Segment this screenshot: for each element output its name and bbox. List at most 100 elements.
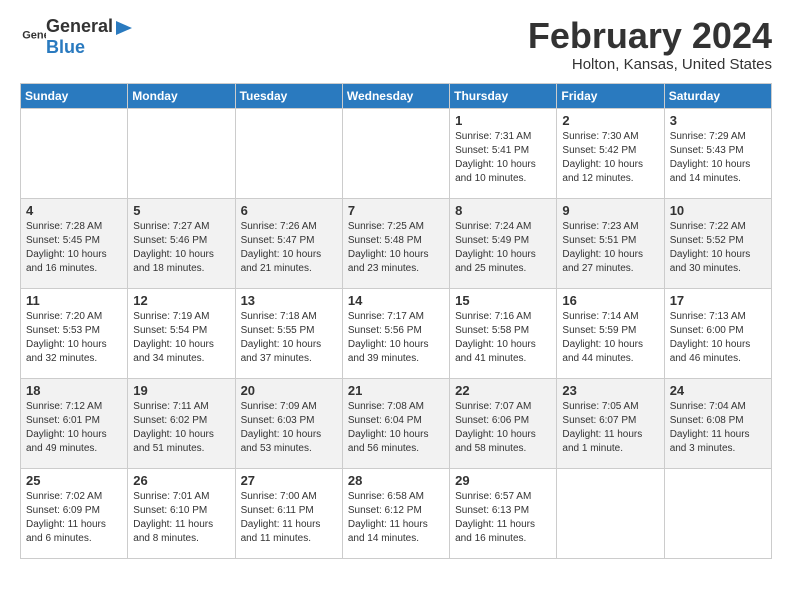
calendar-cell: 23 Sunrise: 7:05 AM Sunset: 6:07 PM Dayli… <box>557 378 664 468</box>
calendar-header-row: SundayMondayTuesdayWednesdayThursdayFrid… <box>21 83 772 108</box>
weekday-header-monday: Monday <box>128 83 235 108</box>
day-number: 3 <box>670 113 766 128</box>
calendar-cell: 26 Sunrise: 7:01 AM Sunset: 6:10 PM Dayli… <box>128 468 235 558</box>
title-area: February 2024 Holton, Kansas, United Sta… <box>528 16 772 73</box>
day-info: Sunrise: 7:07 AM Sunset: 6:06 PM Dayligh… <box>455 400 551 456</box>
logo-arrow-icon <box>114 19 134 37</box>
calendar-cell: 19 Sunrise: 7:11 AM Sunset: 6:02 PM Dayli… <box>128 378 235 468</box>
calendar-cell: 9 Sunrise: 7:23 AM Sunset: 5:51 PM Daylig… <box>557 198 664 288</box>
day-number: 2 <box>562 113 658 128</box>
day-number: 23 <box>562 383 658 398</box>
day-info: Sunrise: 7:25 AM Sunset: 5:48 PM Dayligh… <box>348 220 444 276</box>
day-info: Sunrise: 7:26 AM Sunset: 5:47 PM Dayligh… <box>241 220 337 276</box>
calendar-week-4: 18 Sunrise: 7:12 AM Sunset: 6:01 PM Dayli… <box>21 378 772 468</box>
calendar-cell <box>128 108 235 198</box>
day-number: 15 <box>455 293 551 308</box>
day-info: Sunrise: 7:11 AM Sunset: 6:02 PM Dayligh… <box>133 400 229 456</box>
calendar-week-2: 4Sunrise: 7:28 AM Sunset: 5:45 PM Daylig… <box>21 198 772 288</box>
calendar-cell: 7 Sunrise: 7:25 AM Sunset: 5:48 PM Daylig… <box>342 198 449 288</box>
calendar-cell: 4Sunrise: 7:28 AM Sunset: 5:45 PM Daylig… <box>21 198 128 288</box>
calendar-cell: 18 Sunrise: 7:12 AM Sunset: 6:01 PM Dayli… <box>21 378 128 468</box>
day-number: 24 <box>670 383 766 398</box>
calendar-week-1: 1Sunrise: 7:31 AM Sunset: 5:41 PM Daylig… <box>21 108 772 198</box>
day-number: 19 <box>133 383 229 398</box>
calendar-cell <box>235 108 342 198</box>
day-info: Sunrise: 7:09 AM Sunset: 6:03 PM Dayligh… <box>241 400 337 456</box>
calendar-cell: 17 Sunrise: 7:13 AM Sunset: 6:00 PM Dayli… <box>664 288 771 378</box>
page-header: General General Blue February 2024 Holto… <box>20 16 772 73</box>
calendar-cell <box>342 108 449 198</box>
calendar-cell <box>557 468 664 558</box>
calendar-cell <box>664 468 771 558</box>
calendar-week-3: 11Sunrise: 7:20 AM Sunset: 5:53 PM Dayli… <box>21 288 772 378</box>
calendar-cell: 15 Sunrise: 7:16 AM Sunset: 5:58 PM Dayli… <box>450 288 557 378</box>
calendar-cell: 3 Sunrise: 7:29 AM Sunset: 5:43 PM Daylig… <box>664 108 771 198</box>
day-info: Sunrise: 6:57 AM Sunset: 6:13 PM Dayligh… <box>455 490 551 546</box>
day-number: 5 <box>133 203 229 218</box>
logo-general-text: General <box>46 16 113 36</box>
location-title: Holton, Kansas, United States <box>528 56 772 73</box>
day-number: 18 <box>26 383 122 398</box>
day-number: 16 <box>562 293 658 308</box>
calendar-cell: 1Sunrise: 7:31 AM Sunset: 5:41 PM Daylig… <box>450 108 557 198</box>
calendar-cell: 16Sunrise: 7:14 AM Sunset: 5:59 PM Dayli… <box>557 288 664 378</box>
day-info: Sunrise: 7:05 AM Sunset: 6:07 PM Dayligh… <box>562 400 658 456</box>
day-number: 8 <box>455 203 551 218</box>
day-number: 26 <box>133 473 229 488</box>
calendar-cell: 27 Sunrise: 7:00 AM Sunset: 6:11 PM Dayli… <box>235 468 342 558</box>
day-number: 6 <box>241 203 337 218</box>
day-info: Sunrise: 6:58 AM Sunset: 6:12 PM Dayligh… <box>348 490 444 546</box>
calendar-cell: 20 Sunrise: 7:09 AM Sunset: 6:03 PM Dayli… <box>235 378 342 468</box>
weekday-header-tuesday: Tuesday <box>235 83 342 108</box>
day-number: 14 <box>348 293 444 308</box>
day-info: Sunrise: 7:00 AM Sunset: 6:11 PM Dayligh… <box>241 490 337 546</box>
day-info: Sunrise: 7:02 AM Sunset: 6:09 PM Dayligh… <box>26 490 122 546</box>
calendar-cell: 14 Sunrise: 7:17 AM Sunset: 5:56 PM Dayli… <box>342 288 449 378</box>
day-info: Sunrise: 7:08 AM Sunset: 6:04 PM Dayligh… <box>348 400 444 456</box>
calendar-cell: 22Sunrise: 7:07 AM Sunset: 6:06 PM Dayli… <box>450 378 557 468</box>
day-info: Sunrise: 7:12 AM Sunset: 6:01 PM Dayligh… <box>26 400 122 456</box>
day-number: 17 <box>670 293 766 308</box>
weekday-header-friday: Friday <box>557 83 664 108</box>
calendar-week-5: 25 Sunrise: 7:02 AM Sunset: 6:09 PM Dayli… <box>21 468 772 558</box>
day-number: 29 <box>455 473 551 488</box>
weekday-header-sunday: Sunday <box>21 83 128 108</box>
day-number: 7 <box>348 203 444 218</box>
calendar-cell: 29 Sunrise: 6:57 AM Sunset: 6:13 PM Dayli… <box>450 468 557 558</box>
day-info: Sunrise: 7:04 AM Sunset: 6:08 PM Dayligh… <box>670 400 766 456</box>
weekday-header-saturday: Saturday <box>664 83 771 108</box>
day-number: 9 <box>562 203 658 218</box>
weekday-header-thursday: Thursday <box>450 83 557 108</box>
day-info: Sunrise: 7:27 AM Sunset: 5:46 PM Dayligh… <box>133 220 229 276</box>
day-info: Sunrise: 7:19 AM Sunset: 5:54 PM Dayligh… <box>133 310 229 366</box>
day-number: 11 <box>26 293 122 308</box>
calendar-table: SundayMondayTuesdayWednesdayThursdayFrid… <box>20 83 772 559</box>
day-info: Sunrise: 7:01 AM Sunset: 6:10 PM Dayligh… <box>133 490 229 546</box>
day-info: Sunrise: 7:18 AM Sunset: 5:55 PM Dayligh… <box>241 310 337 366</box>
calendar-cell: 13Sunrise: 7:18 AM Sunset: 5:55 PM Dayli… <box>235 288 342 378</box>
day-info: Sunrise: 7:17 AM Sunset: 5:56 PM Dayligh… <box>348 310 444 366</box>
day-info: Sunrise: 7:13 AM Sunset: 6:00 PM Dayligh… <box>670 310 766 366</box>
calendar-cell: 28Sunrise: 6:58 AM Sunset: 6:12 PM Dayli… <box>342 468 449 558</box>
calendar-cell: 2 Sunrise: 7:30 AM Sunset: 5:42 PM Daylig… <box>557 108 664 198</box>
calendar-cell: 5 Sunrise: 7:27 AM Sunset: 5:46 PM Daylig… <box>128 198 235 288</box>
day-number: 10 <box>670 203 766 218</box>
calendar-cell: 21Sunrise: 7:08 AM Sunset: 6:04 PM Dayli… <box>342 378 449 468</box>
day-info: Sunrise: 7:23 AM Sunset: 5:51 PM Dayligh… <box>562 220 658 276</box>
day-info: Sunrise: 7:29 AM Sunset: 5:43 PM Dayligh… <box>670 130 766 186</box>
month-title: February 2024 <box>528 16 772 56</box>
day-number: 20 <box>241 383 337 398</box>
day-info: Sunrise: 7:16 AM Sunset: 5:58 PM Dayligh… <box>455 310 551 366</box>
calendar-cell: 6 Sunrise: 7:26 AM Sunset: 5:47 PM Daylig… <box>235 198 342 288</box>
day-info: Sunrise: 7:30 AM Sunset: 5:42 PM Dayligh… <box>562 130 658 186</box>
calendar-cell: 8 Sunrise: 7:24 AM Sunset: 5:49 PM Daylig… <box>450 198 557 288</box>
calendar-cell: 24 Sunrise: 7:04 AM Sunset: 6:08 PM Dayli… <box>664 378 771 468</box>
day-number: 27 <box>241 473 337 488</box>
day-info: Sunrise: 7:24 AM Sunset: 5:49 PM Dayligh… <box>455 220 551 276</box>
calendar-cell: 11Sunrise: 7:20 AM Sunset: 5:53 PM Dayli… <box>21 288 128 378</box>
day-number: 25 <box>26 473 122 488</box>
day-info: Sunrise: 7:31 AM Sunset: 5:41 PM Dayligh… <box>455 130 551 186</box>
weekday-header-wednesday: Wednesday <box>342 83 449 108</box>
calendar-cell <box>21 108 128 198</box>
logo-blue-text: Blue <box>46 37 85 57</box>
